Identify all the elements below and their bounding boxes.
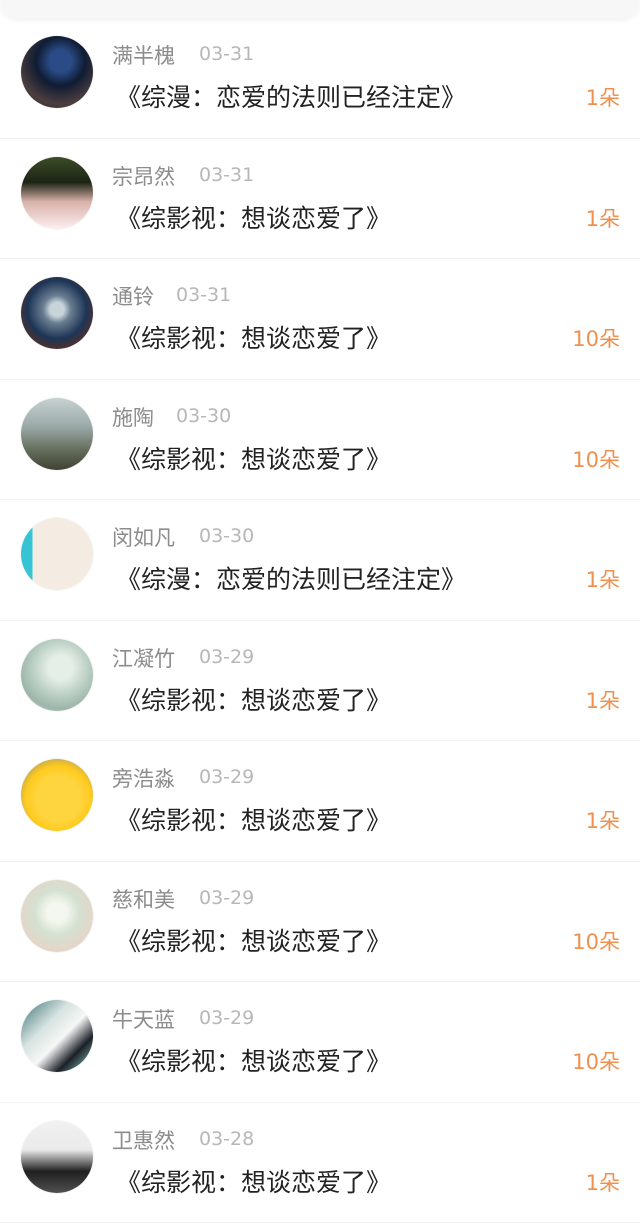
flower-count: 1朵 [585, 688, 620, 713]
book-title[interactable]: 《综影视：想谈恋爱了》 [116, 319, 391, 355]
list-item[interactable]: 慈和美 03-29 《综影视：想谈恋爱了》 10朵 [0, 862, 640, 982]
flower-count: 10朵 [572, 447, 620, 472]
avatar-image [21, 638, 93, 711]
avatar[interactable] [21, 638, 93, 711]
user-name[interactable]: 慈和美 [112, 884, 175, 914]
book-title[interactable]: 《综影视：想谈恋爱了》 [116, 1163, 391, 1199]
list-item[interactable]: 旁浩淼 03-29 《综影视：想谈恋爱了》 1朵 [0, 741, 640, 862]
list-item[interactable]: 卫惠然 03-28 《综影视：想谈恋爱了》 1朵 [0, 1103, 640, 1223]
avatar-image [21, 518, 93, 590]
flower-count: 1朵 [585, 206, 620, 231]
flower-count: 1朵 [585, 1170, 620, 1195]
user-name[interactable]: 闵如凡 [112, 522, 175, 552]
avatar[interactable] [21, 879, 93, 952]
avatar[interactable] [21, 518, 93, 590]
list-item[interactable]: 施陶 03-30 《综影视：想谈恋爱了》 10朵 [0, 380, 640, 500]
timestamp: 03-31 [176, 284, 232, 306]
timestamp: 03-29 [199, 886, 255, 909]
list-item[interactable]: 江凝竹 03-29 《综影视：想谈恋爱了》 1朵 [0, 621, 640, 741]
timestamp: 03-28 [199, 1127, 255, 1150]
user-name[interactable]: 通铃 [112, 281, 154, 311]
avatar[interactable] [21, 277, 93, 349]
flower-count: 10朵 [572, 1050, 620, 1074]
avatar-image [21, 1000, 93, 1072]
book-title[interactable]: 《综影视：想谈恋爱了》 [116, 922, 391, 958]
book-title[interactable]: 《综漫：恋爱的法则已经注定》 [116, 560, 466, 596]
flower-count: 1朵 [585, 86, 620, 110]
flower-count: 1朵 [585, 809, 620, 833]
avatar-image [21, 277, 93, 349]
flower-count: 10朵 [572, 929, 620, 954]
avatar[interactable] [21, 1120, 93, 1193]
user-name[interactable]: 牛天蓝 [112, 1004, 175, 1034]
gift-list: 满半槐 03-31 《综漫：恋爱的法则已经注定》 1朵 宗昂然 03-31 《综… [0, 18, 640, 1223]
avatar[interactable] [21, 36, 93, 108]
book-title[interactable]: 《综影视：想谈恋爱了》 [116, 681, 391, 717]
book-title[interactable]: 《综影视：想谈恋爱了》 [116, 440, 391, 476]
user-name[interactable]: 施陶 [112, 402, 154, 432]
avatar-image [21, 397, 93, 470]
avatar-image [21, 1120, 93, 1193]
timestamp: 03-31 [199, 43, 255, 65]
list-item[interactable]: 满半槐 03-31 《综漫：恋爱的法则已经注定》 1朵 [0, 18, 640, 139]
timestamp: 03-30 [199, 525, 255, 547]
book-title[interactable]: 《综影视：想谈恋爱了》 [116, 801, 391, 837]
list-item[interactable]: 通铃 03-31 《综影视：想谈恋爱了》 10朵 [0, 259, 640, 380]
user-name[interactable]: 旁浩淼 [112, 763, 175, 793]
avatar[interactable] [21, 1000, 93, 1072]
user-name[interactable]: 满半槐 [112, 40, 175, 70]
user-name[interactable]: 江凝竹 [112, 643, 175, 673]
avatar-image [21, 879, 93, 952]
book-title[interactable]: 《综影视：想谈恋爱了》 [116, 199, 391, 235]
avatar-image [21, 156, 93, 229]
timestamp: 03-29 [199, 766, 255, 788]
timestamp: 03-29 [199, 1007, 255, 1029]
avatar[interactable] [21, 759, 93, 831]
timestamp: 03-30 [176, 404, 232, 427]
timestamp: 03-29 [199, 645, 255, 668]
user-name[interactable]: 卫惠然 [112, 1125, 175, 1155]
avatar-image [21, 36, 93, 108]
flower-count: 10朵 [572, 327, 620, 351]
avatar[interactable] [21, 156, 93, 229]
timestamp: 03-31 [199, 163, 255, 186]
list-item[interactable]: 闵如凡 03-30 《综漫：恋爱的法则已经注定》 1朵 [0, 500, 640, 621]
list-item[interactable]: 牛天蓝 03-29 《综影视：想谈恋爱了》 10朵 [0, 982, 640, 1103]
avatar[interactable] [21, 397, 93, 470]
list-item[interactable]: 宗昂然 03-31 《综影视：想谈恋爱了》 1朵 [0, 139, 640, 259]
avatar-image [21, 759, 93, 831]
flower-count: 1朵 [585, 568, 620, 592]
book-title[interactable]: 《综漫：恋爱的法则已经注定》 [116, 78, 466, 114]
book-title[interactable]: 《综影视：想谈恋爱了》 [116, 1042, 391, 1078]
top-card-edge [0, 0, 640, 18]
user-name[interactable]: 宗昂然 [112, 161, 175, 191]
